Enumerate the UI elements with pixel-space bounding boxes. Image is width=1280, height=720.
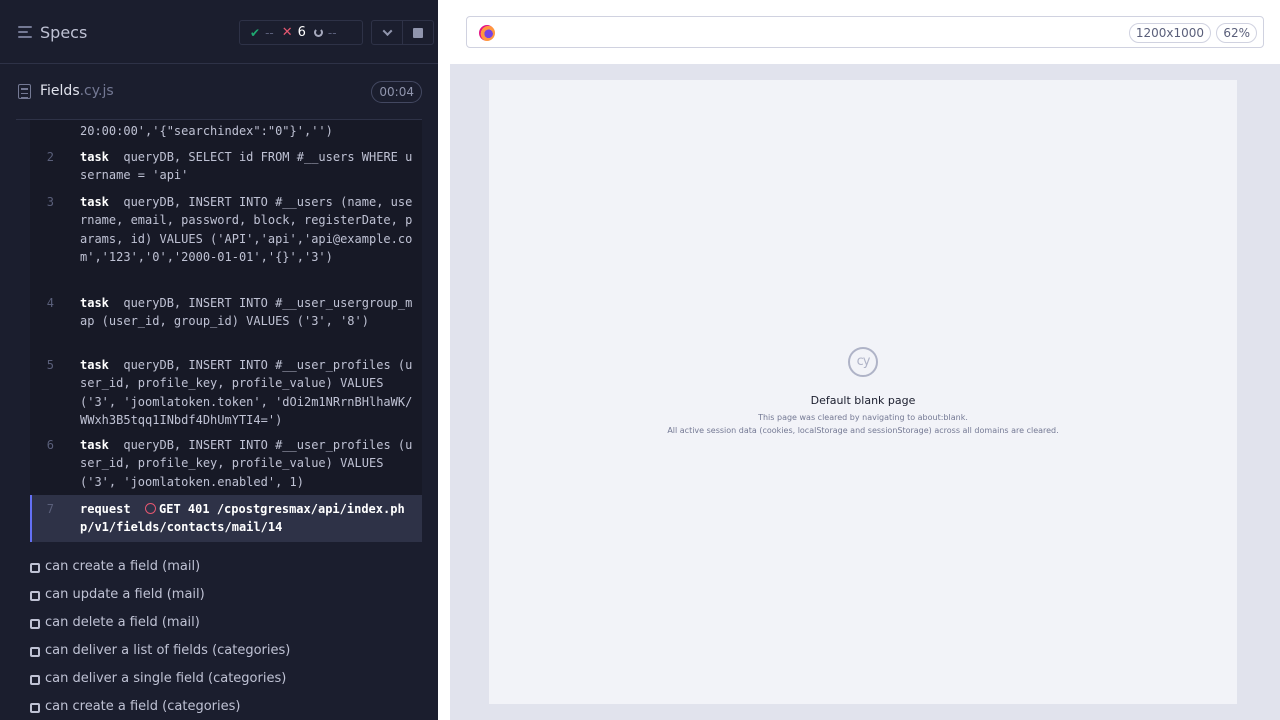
test-title: can update a field (mail) <box>45 587 205 602</box>
test-title: can create a field (mail) <box>45 559 201 574</box>
blank-page-title: Default blank page <box>810 394 916 407</box>
command-message: queryDB, INSERT INTO #__users (name, use… <box>80 195 413 264</box>
failed-count: 6 <box>297 25 306 40</box>
test-status-icon <box>30 591 40 601</box>
pending-count: -- <box>327 25 337 40</box>
error-circle-icon <box>145 503 157 514</box>
x-icon: ✕ <box>281 25 293 40</box>
command-name: task <box>80 358 109 372</box>
file-extension: .cy.js <box>79 83 114 99</box>
check-icon: ✔ <box>250 25 261 40</box>
command-message: queryDB, INSERT INTO #__user_profiles (u… <box>80 438 413 489</box>
stop-icon <box>413 27 424 38</box>
viewport-size-badge[interactable]: 1200x1000 <box>1128 23 1211 43</box>
command-row[interactable]: 6 task queryDB, INSERT INTO #__user_prof… <box>30 436 422 492</box>
command-name: task <box>80 195 109 209</box>
test-title: can deliver a list of fields (categories… <box>45 643 291 658</box>
preview-header: 1200x1000 62% <box>450 0 1280 64</box>
test-status-icon <box>30 647 40 657</box>
app-preview-frame: cy Default blank page This page was clea… <box>489 80 1237 704</box>
command-number: 7 <box>46 502 54 516</box>
test-title: can create a field (categories) <box>45 699 241 714</box>
firefox-icon <box>479 25 495 41</box>
chevron-down-icon <box>382 26 393 37</box>
passed-count: -- <box>265 25 274 40</box>
test-status-icon <box>30 703 40 713</box>
command-name: task <box>80 438 109 452</box>
command-number: 2 <box>46 150 54 164</box>
zoom-level-badge[interactable]: 62% <box>1216 23 1257 43</box>
run-duration: 00:04 <box>371 81 422 103</box>
spec-file-header: Fields.cy.js 00:04 <box>16 64 422 120</box>
specs-list-icon[interactable] <box>18 26 32 38</box>
command-number: 4 <box>46 296 54 310</box>
command-message: 20:00:00','{"searchindex":"0"}','') <box>80 124 333 138</box>
command-name: task <box>80 150 109 164</box>
pending-stat: -- <box>313 25 337 40</box>
url-bar[interactable]: 1200x1000 62% <box>466 16 1264 48</box>
command-log: 20:00:00','{"searchindex":"0"}','') 2 ta… <box>30 120 422 542</box>
blank-page-line-1: This page was cleared by navigating to a… <box>758 413 968 422</box>
test-stats: ✔ -- ✕ 6 -- <box>239 20 363 45</box>
test-status-icon <box>30 675 40 685</box>
command-message: queryDB, INSERT INTO #__user_usergroup_m… <box>80 296 413 329</box>
test-title: can delete a field (mail) <box>45 615 200 630</box>
file-basename: Fields <box>40 83 80 99</box>
command-row[interactable]: 2 task queryDB, SELECT id FROM #__users … <box>30 148 422 188</box>
command-message: queryDB, INSERT INTO #__user_profiles (u… <box>80 358 413 427</box>
command-number: 5 <box>46 358 54 372</box>
command-row-active[interactable]: 7 request GET 401 /cpostgresmax/api/inde… <box>30 495 422 542</box>
command-message: queryDB, SELECT id FROM #__users WHERE u… <box>80 150 413 183</box>
toggle-auto-scroll-button[interactable] <box>372 21 402 44</box>
command-number: 3 <box>46 195 54 209</box>
cypress-logo-icon: cy <box>848 347 878 377</box>
test-status-icon <box>30 563 40 573</box>
command-row[interactable]: 20:00:00','{"searchindex":"0"}','') <box>30 122 422 142</box>
stop-button[interactable] <box>402 21 433 44</box>
specs-button[interactable]: Specs <box>40 23 87 42</box>
document-icon <box>18 84 31 99</box>
command-name: task <box>80 296 109 310</box>
passed-stat: ✔ -- <box>250 26 274 40</box>
spec-file-name[interactable]: Fields.cy.js <box>40 83 114 99</box>
failed-stat: ✕ 6 <box>282 25 306 40</box>
command-number: 6 <box>46 438 54 452</box>
command-row[interactable]: 5 task queryDB, INSERT INTO #__user_prof… <box>30 356 422 430</box>
pending-icon <box>313 28 323 37</box>
blank-page-line-2: All active session data (cookies, localS… <box>667 426 1059 435</box>
command-row[interactable]: 3 task queryDB, INSERT INTO #__users (na… <box>30 193 422 285</box>
reporter-panel: Specs ✔ -- ✕ 6 -- Fields.cy.js 00:04 20:… <box>0 0 438 720</box>
command-row[interactable]: 4 task queryDB, INSERT INTO #__user_user… <box>30 294 422 350</box>
panel-resize-handle[interactable] <box>438 0 450 720</box>
test-title: can deliver a single field (categories) <box>45 671 287 686</box>
reporter-header: Specs ✔ -- ✕ 6 -- <box>0 0 438 64</box>
test-status-icon <box>30 619 40 629</box>
run-controls <box>371 20 434 45</box>
command-name: request <box>80 502 131 516</box>
